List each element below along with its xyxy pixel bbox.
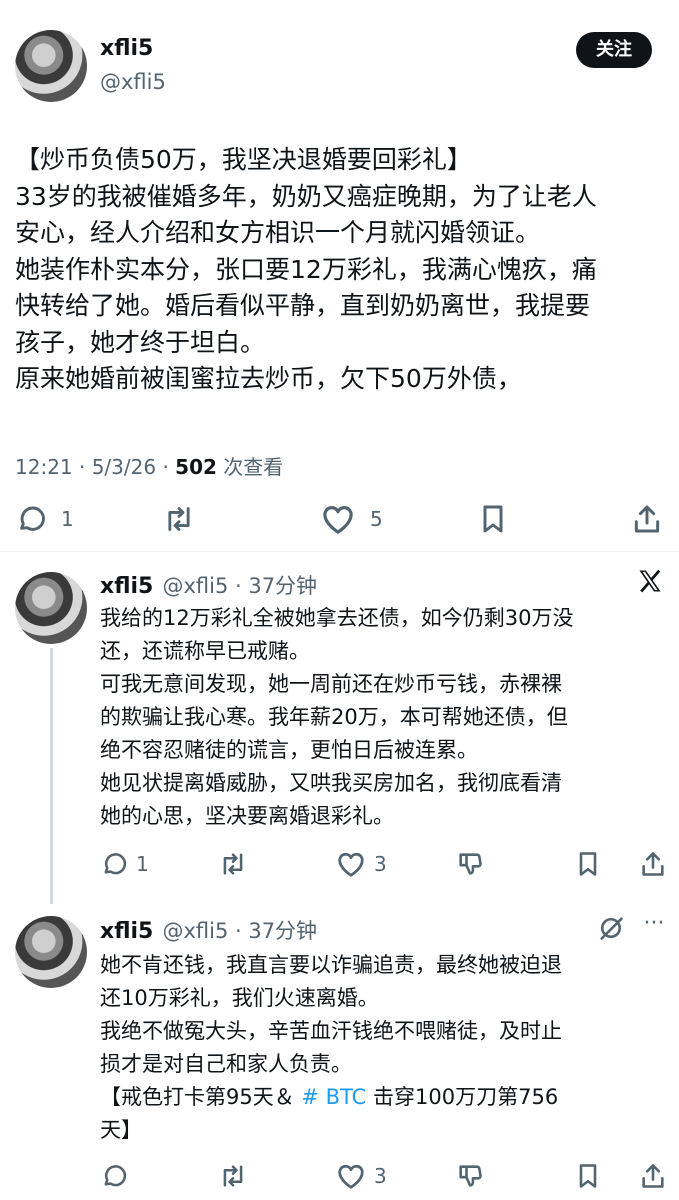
reply-avatar[interactable] xyxy=(15,572,87,644)
reply-icon xyxy=(104,1165,127,1187)
reply-action[interactable]: 1 xyxy=(100,850,149,878)
reply-text-line: 我给的12万彩礼全被她拿去还债，如今仍剩30万没 xyxy=(100,606,574,630)
tag-line-prefix: 【戒色打卡第95天＆ xyxy=(100,1085,302,1109)
author-name[interactable]: xfli5 xyxy=(100,36,153,61)
post-text-line: 原来她婚前被闺蜜拉去炒币，欠下50万外债， xyxy=(15,364,522,393)
share-action[interactable] xyxy=(632,503,662,535)
like-icon xyxy=(338,1164,364,1189)
like-count: 3 xyxy=(374,852,387,876)
more-options-icon[interactable]: ··· xyxy=(640,913,668,942)
reply-author-name[interactable]: xfli5 xyxy=(100,919,153,944)
thread-connector xyxy=(50,648,53,904)
bookmark-action[interactable] xyxy=(576,850,600,878)
author-handle[interactable]: @xfli5 xyxy=(100,70,166,94)
dislike-action[interactable] xyxy=(455,850,485,878)
share-icon xyxy=(642,1164,664,1188)
reply-text-line: 还10万彩礼，我们火速离婚。 xyxy=(100,986,379,1010)
reply-text-line: 她的心思，坚决要离婚退彩礼。 xyxy=(100,804,394,828)
post-body: 【炒币负债50万，我坚决退婚要回彩礼】 33岁的我被催婚多年，奶奶又癌症晚期，为… xyxy=(15,142,670,398)
dislike-icon xyxy=(459,1165,482,1187)
reply-text-line: 绝不容忍赌徒的谎言，更怕日后被连累。 xyxy=(100,738,478,762)
retweet-action[interactable] xyxy=(162,503,196,535)
share-icon xyxy=(642,852,664,876)
reply-text-line: 可我无意间发现，她一周前还在炒币亏钱，赤裸裸 xyxy=(100,672,562,696)
bookmark-action[interactable] xyxy=(576,1162,600,1190)
like-icon xyxy=(338,852,364,877)
x-logo-icon[interactable] xyxy=(636,566,664,596)
follow-button[interactable]: 关注 xyxy=(576,32,652,68)
like-action[interactable]: 5 xyxy=(320,503,383,535)
reply-author-name[interactable]: xfli5 xyxy=(100,574,153,599)
post-text-line: 她装作朴实本分，张口要12万彩礼，我满心愧疚，痛 xyxy=(15,254,597,284)
views-count: 502 xyxy=(175,455,217,479)
reply-header: xfli5 @xfli5 · 37分钟 xyxy=(100,570,317,600)
post-text-line: 安心，经人介绍和女方相识一个月就闪婚领证。 xyxy=(15,218,541,247)
reply-header: xfli5 @xfli5 · 37分钟 xyxy=(100,915,317,945)
reply-author-meta[interactable]: @xfli5 · 37分钟 xyxy=(162,574,317,598)
post-text-line: 快转给了她。婚后看似平静，直到奶奶离世，我提要 xyxy=(15,291,591,320)
timestamp[interactable]: 12:21 · 5/3/26 · xyxy=(15,455,175,479)
bookmark-icon xyxy=(579,852,597,876)
reply-action[interactable]: 1 xyxy=(15,503,74,535)
reply-avatar[interactable] xyxy=(15,916,87,988)
like-action[interactable]: 3 xyxy=(336,850,387,878)
retweet-icon xyxy=(223,1165,243,1187)
reply-icon xyxy=(104,853,127,875)
tag-line-suffix: 击穿100万刀第756 xyxy=(366,1085,559,1109)
like-count: 5 xyxy=(370,507,383,531)
grok-icon[interactable] xyxy=(597,914,625,942)
like-icon xyxy=(323,506,353,534)
reply-action[interactable] xyxy=(100,1162,128,1190)
share-action[interactable] xyxy=(640,850,666,878)
hashtag-link[interactable]: # BTC xyxy=(301,1085,366,1109)
reply-text-line: 她不肯还钱，我直言要以诈骗追责，最终她被迫退 xyxy=(100,953,562,977)
views-label: 次查看 xyxy=(216,455,284,479)
tag-line-end: 天】 xyxy=(100,1118,142,1142)
like-count: 3 xyxy=(374,1164,387,1188)
like-action[interactable]: 3 xyxy=(336,1162,387,1190)
reply-text-line: 我绝不做冤大头，辛苦血汗钱绝不喂赌徒，及时止 xyxy=(100,1019,562,1043)
post-text-line: 【炒币负债50万，我坚决退婚要回彩礼】 xyxy=(15,145,472,174)
dislike-action[interactable] xyxy=(455,1162,485,1190)
bookmark-action[interactable] xyxy=(478,503,508,535)
retweet-icon xyxy=(168,507,190,531)
section-divider xyxy=(0,551,679,552)
bookmark-icon xyxy=(579,1164,597,1188)
retweet-icon xyxy=(223,853,243,875)
retweet-action[interactable] xyxy=(218,850,248,878)
reply-count: 1 xyxy=(61,507,74,531)
reply-icon xyxy=(20,506,45,531)
post-text-line: 孩子，她才终于坦白。 xyxy=(15,327,266,357)
reply-text-line: 损才是对自己和家人负责。 xyxy=(100,1052,352,1076)
retweet-action[interactable] xyxy=(218,1162,248,1190)
reply-body: 我给的12万彩礼全被她拿去还债，如今仍剩30万没 还，还谎称早已戒赌。 可我无意… xyxy=(100,602,675,833)
reply-body: 她不肯还钱，我直言要以诈骗追责，最终她被迫退 还10万彩礼，我们火速离婚。 我绝… xyxy=(100,949,675,1147)
reply-author-meta[interactable]: @xfli5 · 37分钟 xyxy=(162,919,317,943)
reply-text-line: 她见状提离婚威胁，又哄我买房加名，我彻底看清 xyxy=(100,771,562,795)
reply-text-line: 还，还谎称早已戒赌。 xyxy=(100,639,310,663)
dislike-icon xyxy=(459,853,482,875)
tag-line: 【戒色打卡第95天＆ # BTC 击穿100万刀第756 xyxy=(100,1081,675,1114)
post-text-line: 33岁的我被催婚多年，奶奶又癌症晚期，为了让老人 xyxy=(15,181,597,211)
author-avatar[interactable] xyxy=(15,30,87,102)
post-meta: 12:21 · 5/3/26 · 502 次查看 xyxy=(15,451,283,480)
share-action[interactable] xyxy=(640,1162,666,1190)
bookmark-icon xyxy=(483,505,503,533)
share-icon xyxy=(634,505,660,533)
reply-text-line: 的欺骗让我心寒。我年薪20万，本可帮她还债，但 xyxy=(100,705,568,729)
reply-count: 1 xyxy=(136,852,149,876)
